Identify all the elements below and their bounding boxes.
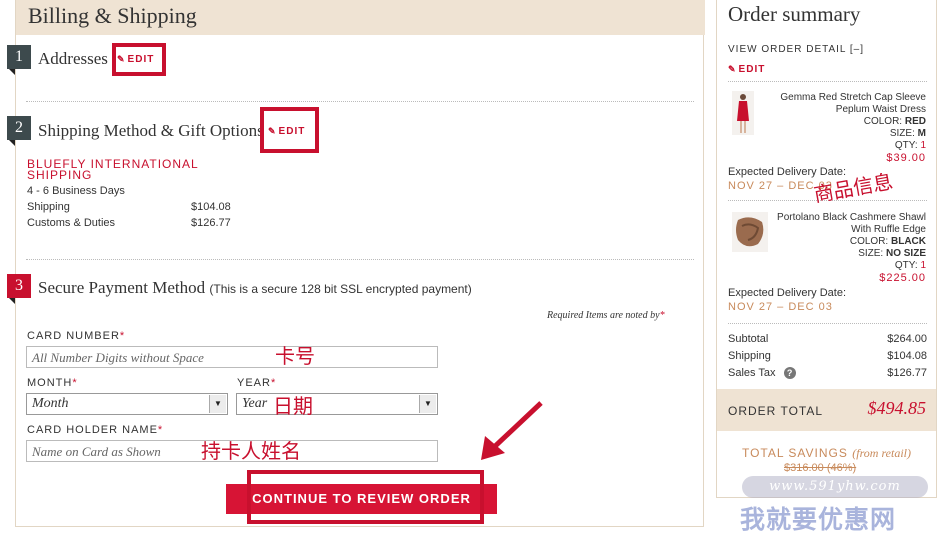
order-summary-panel: Order summary VIEW ORDER DETAIL [–] ✎ EDI… xyxy=(716,0,937,498)
edit-addresses-link[interactable]: ✎ EDIT xyxy=(117,54,154,65)
product-name[interactable]: Portolano Black Cashmere Shawl With Ruffl… xyxy=(766,212,926,236)
billing-shipping-panel: Billing & Shipping 1 Addresses ✎ EDIT 2 S… xyxy=(7,0,705,527)
shipping-total-row: Shipping $104.08 xyxy=(728,350,927,362)
annotation-card-number: 卡号 xyxy=(275,344,315,368)
help-icon[interactable]: ? xyxy=(783,367,796,379)
product-price: $225.00 xyxy=(879,272,926,284)
order-total-label: ORDER TOTAL xyxy=(728,404,824,418)
pencil-icon: ✎ xyxy=(268,126,277,136)
pencil-icon: ✎ xyxy=(728,64,737,74)
annotation-holder: 持卡人姓名 xyxy=(201,439,301,463)
billing-header: Billing & Shipping xyxy=(16,0,705,35)
step-1-badge: 1 xyxy=(7,45,31,75)
watermark-url: www.591yhw.com xyxy=(742,476,928,498)
card-number-input[interactable]: All Number Digits without Space xyxy=(26,346,438,368)
dropdown-arrow-icon: ▼ xyxy=(419,395,436,413)
product-info: Portolano Black Cashmere Shawl With Ruffl… xyxy=(766,212,926,284)
total-savings: TOTAL SAVINGS (from retail) xyxy=(741,446,912,460)
order-total-band: ORDER TOTAL $494.85 xyxy=(717,389,936,431)
divider xyxy=(728,323,927,324)
required-note: Required Items are noted by* xyxy=(547,310,665,321)
step-shipping-title: Shipping Method & Gift Options xyxy=(38,121,264,140)
product-thumbnail-shawl[interactable] xyxy=(732,212,768,252)
product-thumbnail-dress[interactable] xyxy=(732,91,754,135)
month-label: MONTH* xyxy=(27,377,78,389)
customs-row-label: Customs & Duties xyxy=(27,217,116,229)
step-2-badge: 2 xyxy=(7,116,31,146)
shipping-days: 4 - 6 Business Days xyxy=(27,185,125,197)
holder-label: CARD HOLDER NAME* xyxy=(27,424,164,436)
submit-highlight-box xyxy=(247,470,484,524)
product-name[interactable]: Gemma Red Stretch Cap Sleeve Peplum Waist… xyxy=(766,92,926,116)
pencil-icon: ✎ xyxy=(117,54,126,64)
edit-shipping-link[interactable]: ✎ EDIT xyxy=(268,126,305,137)
step-3-badge: 3 xyxy=(7,274,31,304)
order-summary-title: Order summary xyxy=(728,2,861,26)
ssl-note: (This is a secure 128 bit SSL encrypted … xyxy=(209,282,472,296)
month-select[interactable]: Month ▼ xyxy=(26,393,228,415)
product-price: $39.00 xyxy=(886,152,926,164)
shipping-row-value: $104.08 xyxy=(191,201,231,213)
shipping-row-label: Shipping xyxy=(27,201,70,213)
sales-tax-row: Sales Tax ? $126.77 xyxy=(728,367,927,379)
divider xyxy=(26,101,694,102)
product-info: Gemma Red Stretch Cap Sleeve Peplum Waist… xyxy=(766,92,926,164)
annotation-arrow xyxy=(481,401,543,460)
edit-order-link[interactable]: ✎ EDIT xyxy=(728,64,765,75)
view-order-detail-toggle[interactable]: VIEW ORDER DETAIL [–] xyxy=(728,44,864,55)
delivery-dates: NOV 27 – DEC 03 xyxy=(728,301,833,313)
year-select[interactable]: Year ▼ xyxy=(236,393,438,415)
divider xyxy=(26,259,694,260)
page-title: Billing & Shipping xyxy=(28,3,197,28)
order-total-value: $494.85 xyxy=(867,398,927,418)
shipping-method-name: BLUEFLY INTERNATIONAL SHIPPING xyxy=(27,157,199,182)
watermark-logo: 我就要优惠网 xyxy=(740,505,897,534)
year-label: YEAR* xyxy=(237,377,277,389)
divider xyxy=(728,81,927,82)
annotation-date: 日期 xyxy=(273,394,313,418)
dropdown-arrow-icon: ▼ xyxy=(209,395,226,413)
step-payment-title: Secure Payment Method (This is a secure … xyxy=(38,278,472,297)
customs-row-value: $126.77 xyxy=(191,217,231,229)
step-addresses-title: Addresses xyxy=(38,49,108,68)
delivery-label: Expected Delivery Date: xyxy=(728,287,846,299)
subtotal-row: Subtotal $264.00 xyxy=(728,333,927,345)
savings-value: $316.00 (46%) xyxy=(784,462,857,474)
card-number-label: CARD NUMBER* xyxy=(27,330,126,342)
